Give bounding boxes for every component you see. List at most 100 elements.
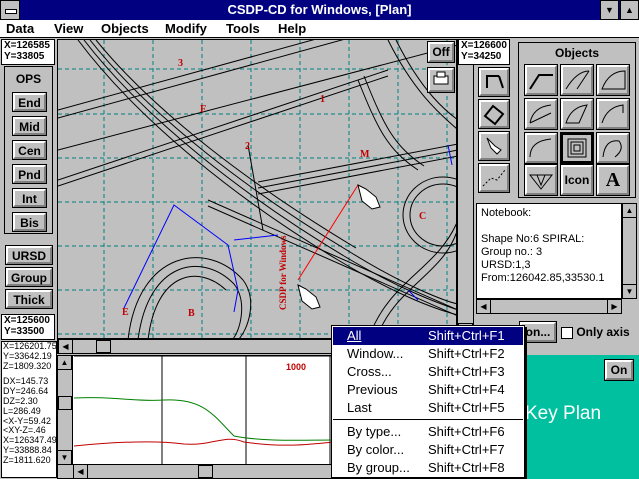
menu-objects[interactable]: Objects [101, 21, 149, 36]
system-menu-icon[interactable] [0, 0, 20, 20]
menu-item-label: By color... [347, 442, 405, 457]
line-object-button[interactable] [525, 65, 557, 95]
menu-item-shortcut: Shift+Ctrl+F8 [428, 460, 505, 475]
menu-item-by-group[interactable]: By group... Shift+Ctrl+F8 [333, 459, 523, 477]
symbol-object-button[interactable] [525, 165, 557, 195]
curve-object-button[interactable] [525, 99, 557, 129]
line-icon [529, 74, 553, 90]
arc-object-button[interactable] [561, 65, 593, 95]
cursor-coords-right: X=126600 Y=34250 [458, 39, 510, 65]
notebook-hscroll[interactable]: ◀ ▶ [476, 299, 622, 314]
menu-item-shortcut: Shift+Ctrl+F2 [428, 346, 505, 361]
loop-icon [602, 140, 622, 158]
menu-item-label: Window... [347, 346, 404, 361]
key-plan[interactable]: Key Plan On [525, 355, 639, 479]
cursor-coords-mid: X=125600 Y=33500 [1, 314, 55, 340]
hand-icon [486, 137, 502, 155]
off-button[interactable]: Off [428, 42, 454, 62]
profile-vscroll[interactable]: ▲ ▼ [58, 356, 73, 465]
plan-stamp: CSDP for Windows [278, 235, 288, 310]
scroll-down-icon[interactable]: ▼ [622, 284, 637, 299]
scroll-thumb[interactable] [96, 340, 111, 353]
menu-item-window[interactable]: Window... Shift+Ctrl+F2 [333, 345, 523, 363]
menu-bar: Data View Objects Modify Tools Help [0, 20, 639, 38]
menu-item-shortcut: Shift+Ctrl+F5 [428, 400, 505, 415]
plan-label: M [360, 149, 370, 160]
snap-end-button[interactable]: End [13, 93, 46, 111]
arc-icon [565, 70, 590, 90]
group-button[interactable]: Group [6, 268, 52, 286]
profile-tool-button[interactable] [479, 164, 509, 192]
compound-icon [529, 138, 552, 158]
scroll-left-icon[interactable]: ◀ [58, 339, 73, 354]
snap-pnd-button[interactable]: Pnd [13, 165, 46, 183]
menu-tools[interactable]: Tools [226, 21, 260, 36]
menu-modify[interactable]: Modify [165, 21, 207, 36]
plan-view[interactable]: 3 1 2 M C E B F CSDP for Windows [57, 39, 457, 339]
key-plan-on-button[interactable]: On [605, 360, 633, 380]
checkbox-box[interactable] [561, 326, 573, 339]
only-axis-checkbox[interactable]: Only axis [559, 322, 637, 342]
thick-button[interactable]: Thick [6, 290, 52, 308]
scroll-down-icon[interactable]: ▼ [58, 450, 72, 465]
select-context-menu: All Shift+Ctrl+F1 Window... Shift+Ctrl+F… [331, 325, 525, 478]
spiral-object-button[interactable] [561, 133, 593, 163]
title-bar: CSDP-CD for Windows, [Plan] ▼ ▲ [0, 0, 639, 20]
plan-label: E [122, 307, 129, 318]
menu-item-by-color[interactable]: By color... Shift+Ctrl+F7 [333, 441, 523, 459]
plan-label: C [419, 211, 426, 222]
plan-vscroll[interactable]: ▲ ▼ [457, 39, 474, 339]
plan-label: 3 [178, 58, 183, 69]
only-axis-label: Only axis [576, 325, 630, 339]
snap-bis-button[interactable]: Bis [13, 213, 46, 231]
snap-mid-button[interactable]: Mid [13, 117, 46, 135]
maximize-icon[interactable]: ▲ [620, 0, 639, 20]
scroll-up-icon[interactable]: ▲ [58, 356, 72, 370]
print-button[interactable] [428, 68, 454, 92]
ursd-button[interactable]: URSD [6, 246, 52, 264]
scroll-left-icon[interactable]: ◀ [73, 464, 88, 478]
profile-tick-label: 1000 [286, 362, 306, 372]
minimize-icon[interactable]: ▼ [600, 0, 619, 20]
spiral-arc-object-button[interactable] [597, 99, 629, 129]
coord-x: X=125600 [4, 315, 50, 326]
menu-item-label: All [347, 328, 362, 343]
scroll-up-icon[interactable]: ▲ [622, 203, 637, 218]
plan-label: 1 [320, 94, 325, 105]
menu-item-last[interactable]: Last Shift+Ctrl+F5 [333, 399, 523, 417]
spiral-arc-icon [601, 104, 624, 124]
scroll-thumb[interactable] [198, 465, 213, 478]
snap-cen-button[interactable]: Cen [13, 141, 46, 159]
rotate-tool-button[interactable] [479, 68, 509, 96]
scroll-thumb[interactable] [58, 396, 72, 410]
menu-item-label: Last [347, 400, 372, 415]
snap-int-button[interactable]: Int [13, 189, 46, 207]
menu-item-previous[interactable]: Previous Shift+Ctrl+F4 [333, 381, 523, 399]
pick-tool-button[interactable] [479, 132, 509, 160]
readout-line: Z=1811.620 [3, 454, 51, 465]
move-tool-button[interactable] [479, 100, 509, 128]
menu-item-all[interactable]: All Shift+Ctrl+F1 [333, 327, 523, 345]
fan-object-button[interactable] [597, 65, 629, 95]
loop-object-button[interactable] [597, 133, 629, 163]
scroll-right-icon[interactable]: ▶ [607, 299, 622, 314]
scroll-left-icon[interactable]: ◀ [476, 299, 491, 314]
menu-view[interactable]: View [54, 21, 83, 36]
plan-drawing[interactable]: 3 1 2 M C E B F CSDP for Windows [58, 40, 457, 339]
partial-button[interactable]: on... [520, 322, 556, 342]
coord-x: X=126585 [4, 40, 50, 51]
readout-line: Z=1809.320 [3, 360, 52, 371]
menu-item-shortcut: Shift+Ctrl+F3 [428, 364, 505, 379]
key-plan-label: Key Plan [525, 403, 602, 424]
transition-object-button[interactable] [561, 99, 593, 129]
menu-help[interactable]: Help [278, 21, 306, 36]
menu-data[interactable]: Data [6, 21, 34, 36]
menu-item-cross[interactable]: Cross... Shift+Ctrl+F3 [333, 363, 523, 381]
icon-object-button[interactable]: Icon [561, 165, 593, 195]
menu-item-by-type[interactable]: By type... Shift+Ctrl+F6 [333, 423, 523, 441]
menu-item-label: Cross... [347, 364, 392, 379]
printer-icon [433, 71, 449, 85]
notebook-vscroll[interactable]: ▲ ▼ [622, 203, 637, 299]
compound-object-button[interactable] [525, 133, 557, 163]
text-object-button[interactable]: A [597, 165, 629, 195]
